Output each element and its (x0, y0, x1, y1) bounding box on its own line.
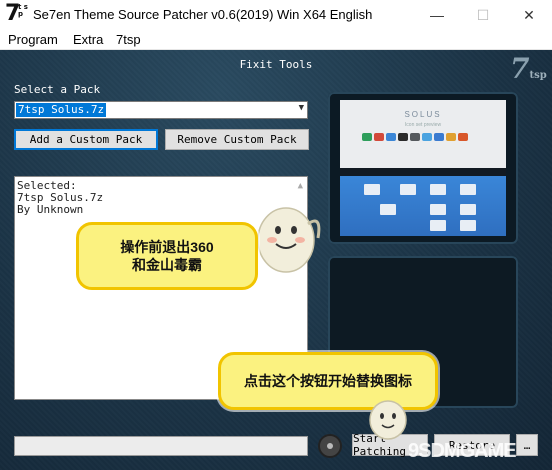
select-pack-label: Select a Pack (14, 83, 101, 96)
add-custom-pack-button[interactable]: Add a Custom Pack (14, 129, 158, 150)
preview-app-icon (374, 133, 384, 141)
preview-desktop (340, 176, 506, 236)
preview-folder-icon (380, 204, 396, 215)
fixit-tools-label[interactable]: Fixit Tools (0, 58, 552, 71)
preview-panel: SOLUS Icon set preview (328, 92, 518, 244)
chevron-down-icon[interactable]: ▼ (299, 103, 304, 113)
preview-app-icon (434, 133, 444, 141)
minimize-button[interactable]: — (414, 0, 460, 30)
brand-logo: 7tsp (510, 52, 547, 85)
logo-letters: t s p (18, 3, 28, 18)
watermark-logo: 9SDMGAME (408, 440, 517, 462)
menu-extra[interactable]: Extra (73, 32, 103, 47)
preview-app-icon (422, 133, 432, 141)
preview-header: SOLUS Icon set preview (340, 100, 506, 168)
preview-app-icon (446, 133, 456, 141)
film-reel-icon[interactable] (318, 434, 342, 458)
more-button[interactable]: … (516, 434, 538, 456)
mascot-illustration (250, 194, 324, 278)
preview-folder-icon (430, 220, 446, 231)
preview-app-icon (398, 133, 408, 141)
brand-letters: tsp (529, 70, 547, 81)
pack-info-text: Selected: 7tsp Solus.7z By Unknown (17, 180, 103, 216)
preview-title: SOLUS (404, 110, 442, 119)
preview-image: SOLUS Icon set preview (340, 100, 506, 236)
preview-taskbar (340, 168, 506, 176)
preview-app-icon (410, 133, 420, 141)
preview-folder-icon (460, 204, 476, 215)
window-title: Se7en Theme Source Patcher v0.6(2019) Wi… (33, 7, 373, 22)
preview-folder-icon (430, 204, 446, 215)
app-logo-icon: 7 t s p (5, 1, 29, 27)
menu-program[interactable]: Program (8, 32, 58, 47)
preview-subtitle: Icon set preview (404, 122, 442, 128)
close-button[interactable]: ✕ (506, 0, 552, 30)
preview-folder-icon (364, 184, 380, 195)
scroll-up-icon[interactable]: ▲ (298, 181, 303, 191)
preview-app-icon (386, 133, 396, 141)
preview-folder-icon (460, 184, 476, 195)
info-line: By Unknown (17, 203, 84, 216)
preview-folder-icon (400, 184, 416, 195)
pack-dropdown-value: 7tsp Solus.7z (16, 103, 107, 117)
annotation-text: 点击这个按钮开始替换图标 (244, 373, 412, 389)
preview-icon-row (362, 133, 468, 143)
maximize-button[interactable]: ☐ (460, 0, 506, 30)
pack-dropdown[interactable]: 7tsp Solus.7z ▼ (14, 101, 308, 119)
path-field[interactable] (14, 436, 308, 456)
mascot-small-illustration (364, 392, 412, 442)
preview-app-icon (362, 133, 372, 141)
brand-digit: 7 (510, 52, 530, 85)
menu-7tsp[interactable]: 7tsp (116, 32, 141, 47)
preview-folder-icon (460, 220, 476, 231)
remove-custom-pack-button[interactable]: Remove Custom Pack (165, 129, 309, 150)
preview-folder-icon (430, 184, 446, 195)
preview-app-icon (458, 133, 468, 141)
annotation-text: 操作前退出360 和金山毒霸 (120, 239, 214, 273)
annotation-bubble-exit-antivirus: 操作前退出360 和金山毒霸 (76, 222, 258, 290)
